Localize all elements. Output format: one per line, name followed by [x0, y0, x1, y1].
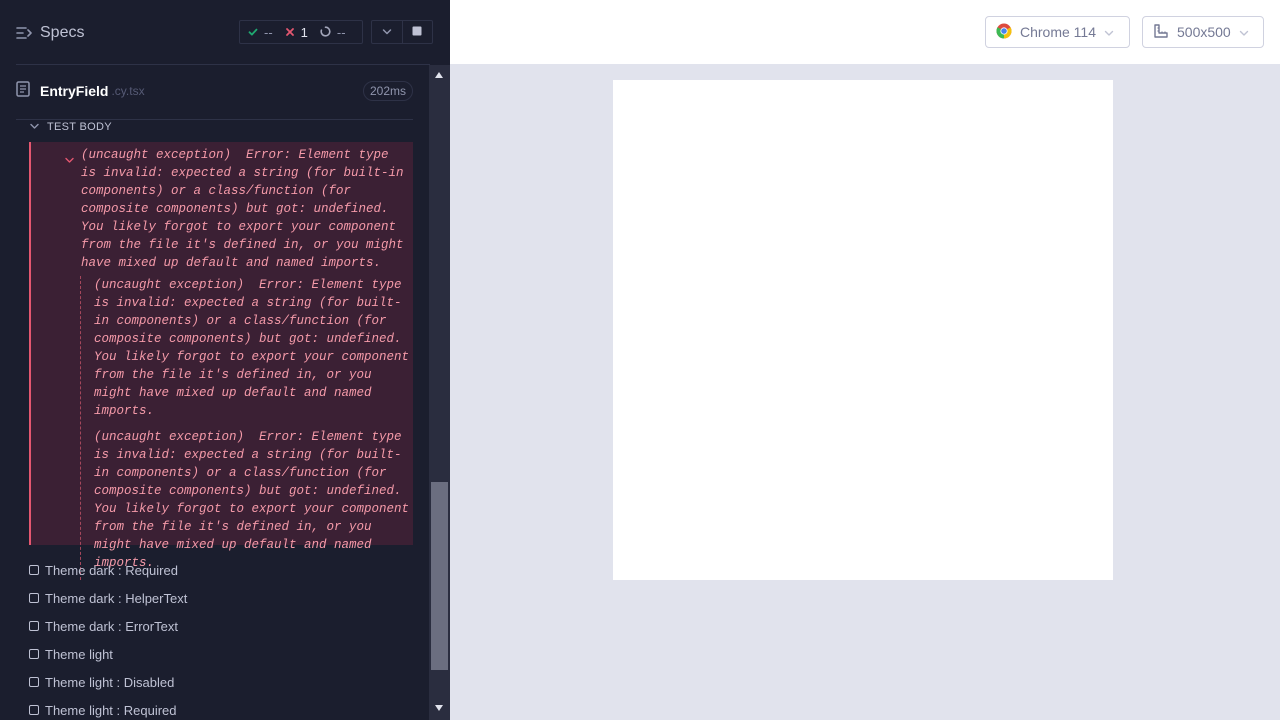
pending-test-icon	[29, 649, 39, 659]
test-item[interactable]: Theme light	[29, 640, 413, 668]
passed-count: --	[264, 24, 273, 40]
pending-test-icon	[29, 677, 39, 687]
chevron-down-icon	[65, 151, 74, 168]
browser-selector[interactable]: Chrome 114	[985, 16, 1130, 48]
scroll-down-arrow-icon[interactable]	[435, 705, 443, 711]
test-item[interactable]: Theme dark : ErrorText	[29, 612, 413, 640]
pending-icon	[320, 25, 331, 40]
pending-test-icon	[29, 565, 39, 575]
ruler-icon	[1153, 23, 1169, 42]
stop-button[interactable]	[401, 21, 432, 43]
scrollbar-thumb[interactable]	[431, 482, 448, 670]
chevron-down-icon	[1104, 24, 1114, 40]
list-toggle-icon	[16, 26, 32, 40]
test-stats: -- 1 --	[239, 20, 363, 44]
test-item[interactable]: Theme light : Required	[29, 696, 413, 720]
app-under-test-frame[interactable]	[613, 80, 1113, 580]
failed-stat: 1	[285, 25, 308, 40]
spec-file-ext: .cy.tsx	[111, 84, 145, 98]
pending-count: --	[336, 24, 346, 40]
check-icon	[248, 25, 258, 40]
duration-badge: 202ms	[362, 81, 413, 101]
browser-label: Chrome 114	[1020, 24, 1097, 40]
chrome-icon	[996, 23, 1012, 42]
failed-count: 1	[300, 24, 308, 40]
document-icon	[16, 80, 30, 102]
reporter-header: Specs -- 1 --	[0, 0, 450, 64]
aut-header: Chrome 114 500x500	[450, 0, 1280, 64]
chevron-down-icon	[1239, 24, 1249, 40]
pending-test-icon	[29, 621, 39, 631]
error-message[interactable]: (uncaught exception) Error: Element type…	[81, 146, 411, 272]
test-body-label: TEST BODY	[47, 121, 112, 133]
test-title: Theme light : Disabled	[45, 674, 175, 690]
test-item[interactable]: Theme dark : Required	[29, 556, 413, 584]
scroll-up-arrow-icon[interactable]	[435, 72, 443, 78]
run-controls	[371, 20, 433, 44]
test-title: Theme dark : HelperText	[45, 590, 188, 606]
test-title: Theme dark : ErrorText	[45, 618, 178, 634]
error-expand-toggle[interactable]	[65, 151, 74, 169]
spec-file-row[interactable]: EntryField .cy.tsx 202ms	[16, 79, 413, 103]
spec-file-name: EntryField	[40, 83, 109, 99]
reporter-scroll-area: EntryField .cy.tsx 202ms TEST BODY (unca…	[0, 65, 429, 720]
test-body-section[interactable]: TEST BODY	[30, 121, 112, 133]
pending-test-icon	[29, 705, 39, 715]
test-list: Theme dark : Required Theme dark : Helpe…	[29, 556, 413, 720]
pending-test-icon	[29, 593, 39, 603]
error-command-log: (uncaught exception) Error: Element type…	[29, 142, 413, 580]
test-title: Theme light	[45, 646, 113, 662]
test-item[interactable]: Theme dark : HelperText	[29, 584, 413, 612]
test-title: Theme light : Required	[45, 702, 177, 718]
nested-error-message[interactable]: (uncaught exception) Error: Element type…	[94, 428, 413, 572]
x-icon	[285, 25, 295, 40]
chevron-down-icon	[382, 23, 392, 41]
passed-stat: --	[248, 25, 273, 40]
specs-label: Specs	[40, 24, 85, 41]
specs-list-button[interactable]: Specs	[16, 20, 84, 46]
test-item[interactable]: Theme light : Disabled	[29, 668, 413, 696]
chevron-down-icon	[30, 121, 39, 133]
viewport-selector[interactable]: 500x500	[1142, 16, 1264, 48]
test-title: Theme dark : Required	[45, 562, 178, 578]
reporter-panel: Specs -- 1 -- EntryField .cy.tsx 202ms T…	[0, 0, 450, 720]
nested-error-message[interactable]: (uncaught exception) Error: Element type…	[94, 276, 413, 420]
viewport-label: 500x500	[1177, 24, 1231, 40]
reporter-scrollbar[interactable]	[429, 65, 450, 720]
file-divider	[16, 119, 413, 120]
nested-errors: (uncaught exception) Error: Element type…	[80, 276, 413, 580]
stop-icon	[412, 23, 422, 41]
pending-stat: --	[320, 25, 346, 40]
collapse-all-button[interactable]	[372, 21, 402, 43]
